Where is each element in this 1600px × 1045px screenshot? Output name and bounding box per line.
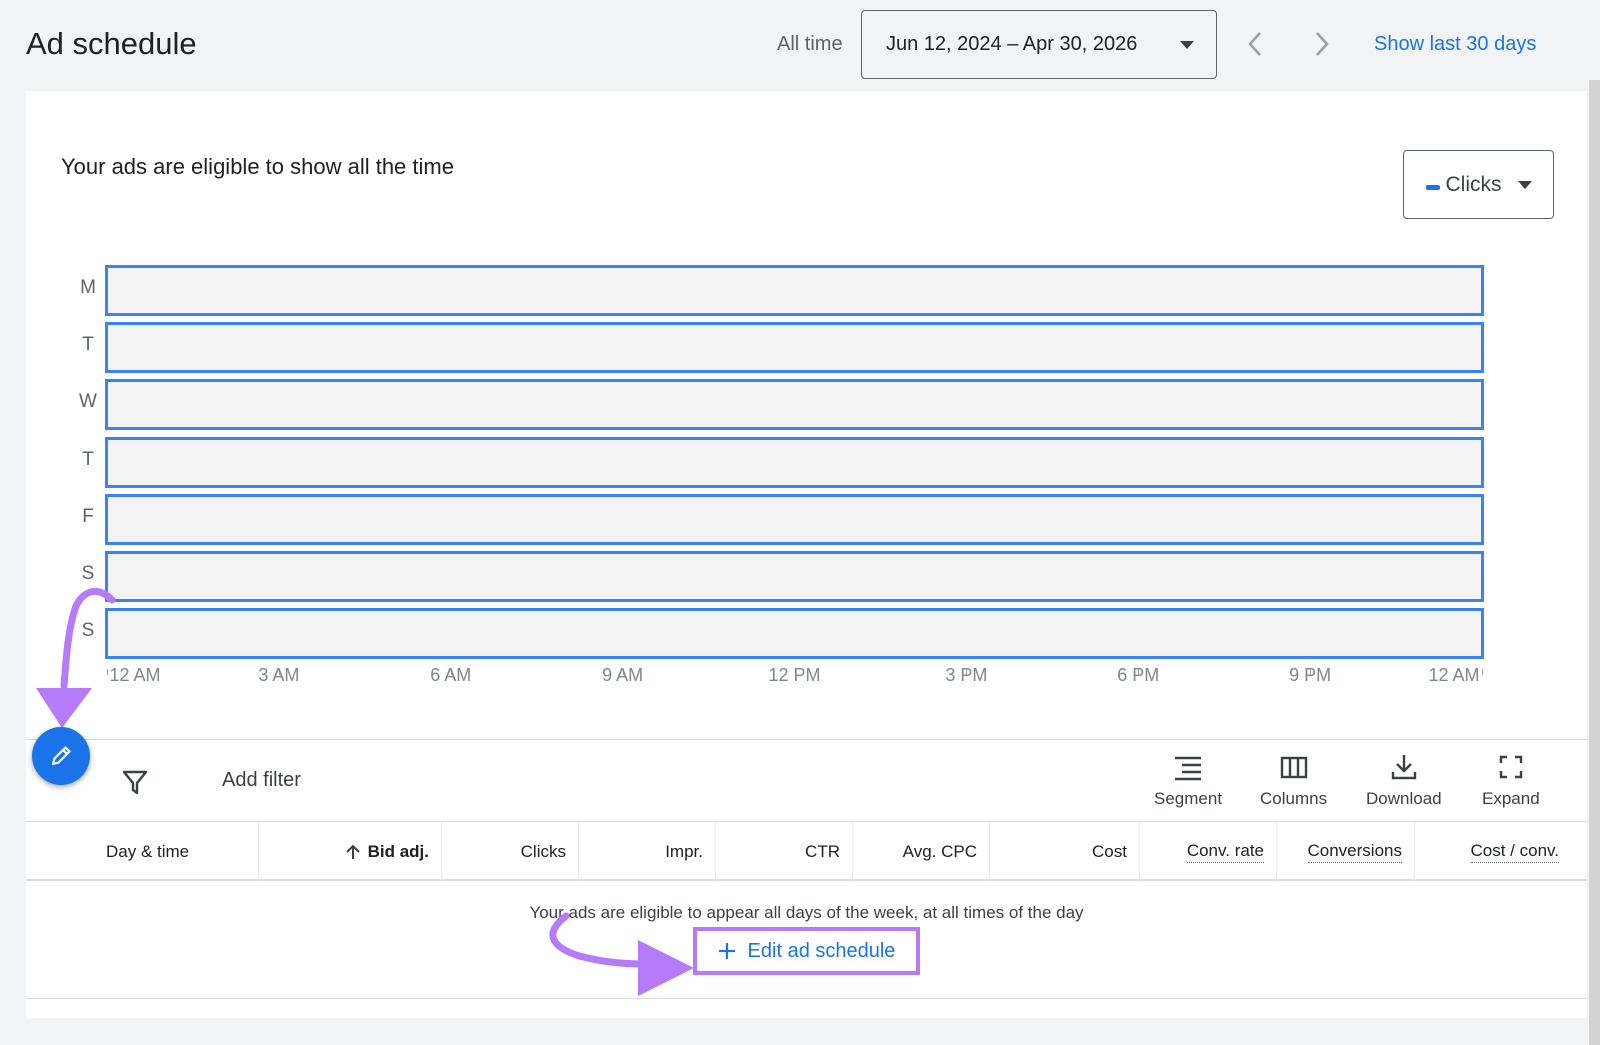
- date-range-value: Jun 12, 2024 – Apr 30, 2026: [886, 33, 1138, 55]
- chevron-left-icon: [1248, 32, 1261, 56]
- chevron-right-icon: [1316, 32, 1329, 56]
- download-button[interactable]: Download: [1366, 753, 1442, 809]
- day-label: T: [82, 334, 94, 356]
- ad-schedule-card: Your ads are eligible to show all the ti…: [26, 91, 1587, 1018]
- x-axis-label: 6 AM: [430, 665, 472, 685]
- day-schedule-bar[interactable]: [105, 379, 1484, 431]
- column-header-conv-rate[interactable]: Conv. rate: [1140, 822, 1277, 881]
- column-header-day-time[interactable]: Day & time: [26, 822, 259, 881]
- column-header-clicks[interactable]: Clicks: [442, 822, 579, 881]
- metric-swatch: [1425, 185, 1440, 190]
- table-header: Day & time Bid adj. Clicks Impr. CTR Avg…: [26, 822, 1587, 881]
- x-axis-label: 9 PM: [1289, 665, 1332, 685]
- column-header-avg-cpc[interactable]: Avg. CPC: [853, 822, 990, 881]
- arrow-up-icon: [345, 844, 360, 859]
- day-label: S: [81, 620, 95, 642]
- x-axis-label: 9 AM: [602, 665, 644, 685]
- page-title: Ad schedule: [26, 26, 197, 61]
- edit-schedule-fab[interactable]: [32, 727, 90, 785]
- edit-ad-schedule-link[interactable]: Edit ad schedule: [693, 927, 920, 975]
- day-label: T: [82, 448, 94, 470]
- pencil-icon: [51, 746, 71, 766]
- x-axis-label: 3 PM: [945, 665, 988, 685]
- day-schedule-bar[interactable]: [105, 551, 1484, 602]
- date-range-picker[interactable]: Jun 12, 2024 – Apr 30, 2026: [861, 10, 1217, 79]
- column-impr-label: Impr.: [665, 841, 703, 861]
- column-day-time-label: Day & time: [106, 841, 190, 861]
- x-axis-tick: [107, 669, 108, 675]
- column-header-conversions[interactable]: Conversions: [1277, 822, 1415, 881]
- column-conversions-label: Conversions: [1307, 841, 1402, 863]
- toolbar-divider: [26, 739, 1587, 740]
- download-icon: [1391, 755, 1416, 780]
- card-bottom-divider: [26, 998, 1587, 999]
- filter-button[interactable]: [120, 767, 150, 797]
- column-header-ctr[interactable]: CTR: [716, 822, 853, 881]
- x-axis-label: 3 AM: [258, 665, 300, 685]
- dropdown-caret-icon: [1517, 180, 1532, 189]
- column-header-bid-adj[interactable]: Bid adj.: [259, 822, 442, 881]
- column-bid-adj-label: Bid adj.: [367, 841, 429, 861]
- columns-label: Columns: [1260, 789, 1328, 808]
- expand-label: Expand: [1482, 789, 1540, 808]
- column-clicks-label: Clicks: [520, 841, 566, 861]
- column-header-impr[interactable]: Impr.: [579, 822, 716, 881]
- column-header-cost[interactable]: Cost: [990, 822, 1140, 881]
- next-period-button[interactable]: [1302, 24, 1342, 64]
- column-cost-label: Cost: [1092, 841, 1127, 861]
- add-filter-button[interactable]: Add filter: [222, 769, 301, 792]
- x-axis-tick: [1482, 669, 1483, 675]
- column-ctr-label: CTR: [805, 841, 840, 861]
- columns-button[interactable]: Columns: [1260, 753, 1327, 809]
- column-conv-rate-label: Conv. rate: [1186, 841, 1264, 863]
- x-axis-label: 12 PM: [768, 665, 821, 685]
- page-scrollbar[interactable]: [1589, 80, 1600, 1045]
- x-axis-label: 6 PM: [1117, 665, 1160, 685]
- previous-period-button[interactable]: [1235, 24, 1275, 64]
- day-schedule-bar[interactable]: [105, 265, 1484, 316]
- empty-state-message: Your ads are eligible to appear all days…: [529, 903, 1084, 922]
- columns-icon: [1280, 756, 1307, 779]
- day-schedule-bar[interactable]: [105, 493, 1484, 545]
- day-label: M: [80, 277, 96, 298]
- show-last-30-days-link[interactable]: Show last 30 days: [1374, 33, 1536, 56]
- column-avg-cpc-label: Avg. CPC: [902, 841, 977, 861]
- column-header-cost-per-conv[interactable]: Cost / conv.: [1415, 822, 1587, 881]
- day-label: S: [81, 563, 95, 584]
- column-cost-per-conv-label: Cost / conv.: [1470, 841, 1559, 863]
- day-label: F: [82, 505, 94, 527]
- segment-icon: [1175, 756, 1202, 781]
- plus-icon: [718, 943, 735, 959]
- day-schedule-bar[interactable]: [105, 322, 1484, 374]
- segment-label: Segment: [1154, 789, 1223, 808]
- download-label: Download: [1366, 789, 1442, 808]
- filter-icon: [122, 770, 148, 795]
- day-schedule-bar[interactable]: [105, 608, 1484, 660]
- chart-heading: Your ads are eligible to show all the ti…: [61, 154, 454, 179]
- day-schedule-bar[interactable]: [105, 436, 1484, 488]
- edit-ad-schedule-label: Edit ad schedule: [747, 939, 896, 962]
- date-range-label: All time: [777, 33, 843, 55]
- expand-icon: [1499, 755, 1523, 779]
- dropdown-caret-icon: [1180, 41, 1194, 49]
- x-axis-label: 12 AM: [1428, 665, 1480, 685]
- metric-selector-label: Clicks: [1445, 172, 1502, 196]
- metric-selector[interactable]: Clicks: [1403, 150, 1554, 219]
- day-label: W: [79, 391, 97, 413]
- segment-button[interactable]: Segment: [1154, 753, 1222, 809]
- expand-button[interactable]: Expand: [1482, 753, 1540, 809]
- x-axis-label: 12 AM: [109, 665, 161, 685]
